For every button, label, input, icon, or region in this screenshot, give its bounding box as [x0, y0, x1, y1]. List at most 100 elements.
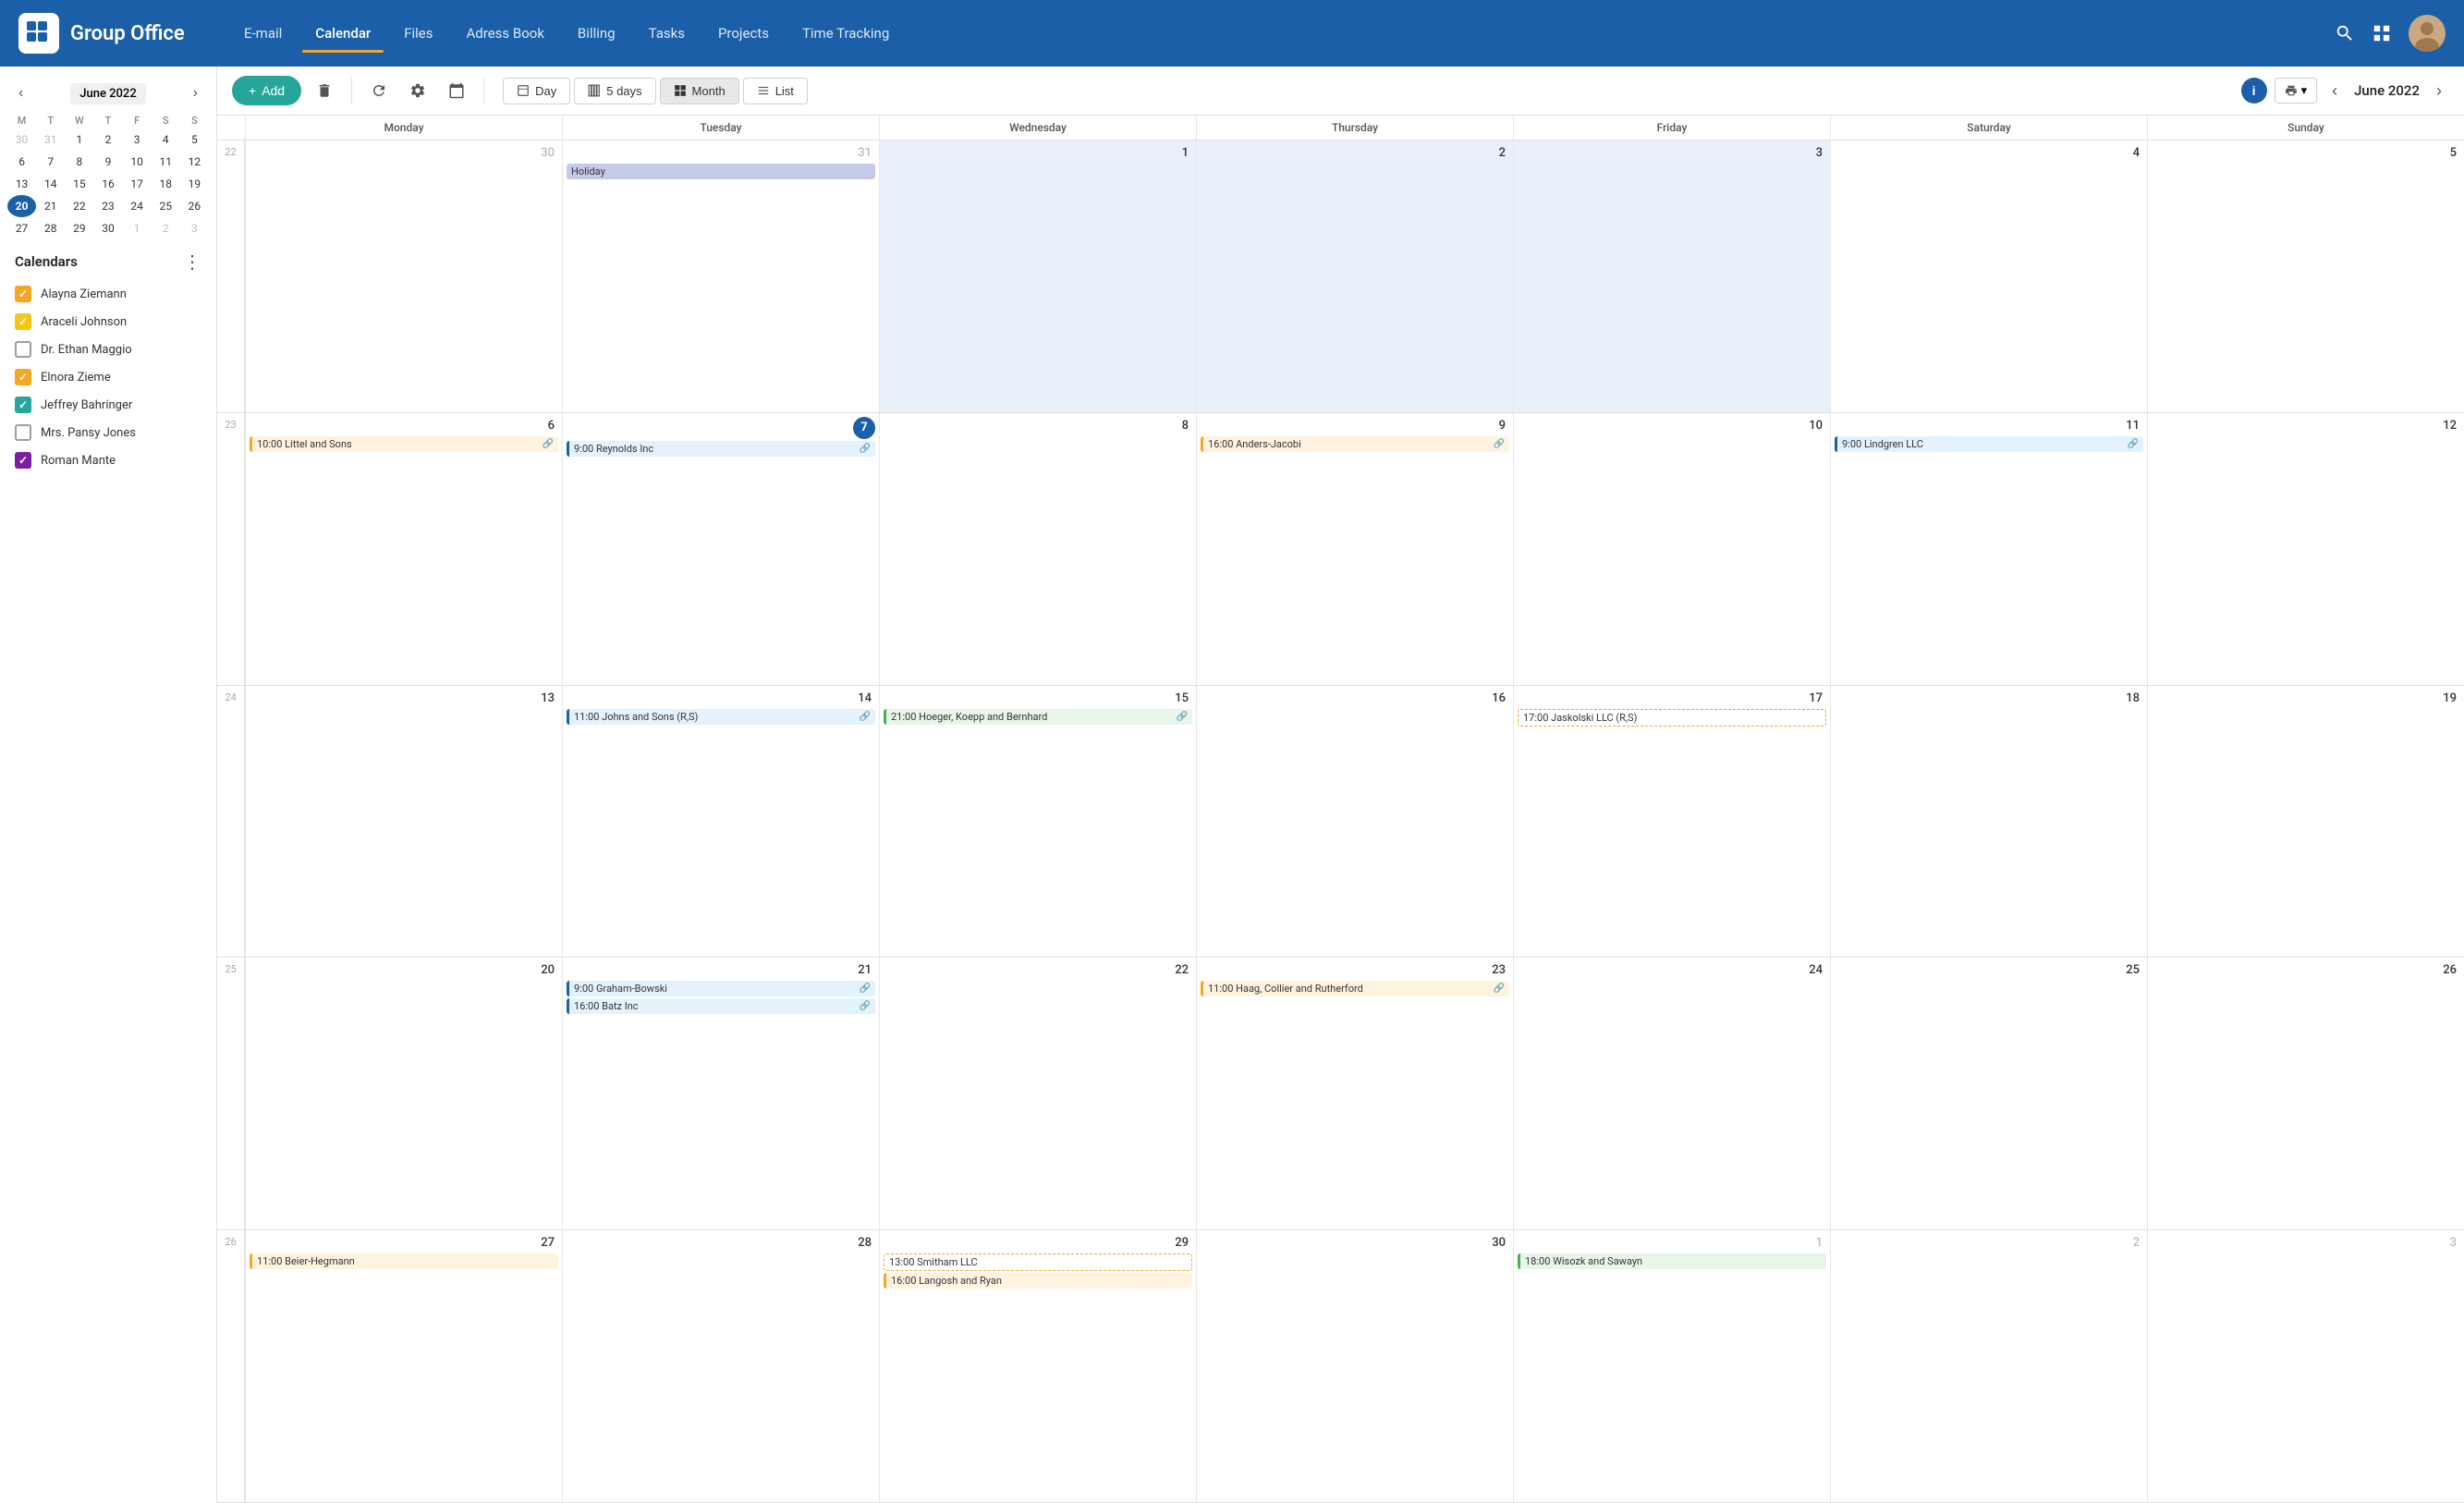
user-avatar[interactable] — [2409, 15, 2446, 52]
mini-cal-day[interactable]: 17 — [123, 173, 152, 195]
calendar-cell[interactable]: 2311:00 Haag, Collier and Rutherford🔗 — [1196, 958, 1513, 1229]
nav-time-tracking[interactable]: Time Tracking — [789, 18, 902, 49]
grid-icon[interactable] — [2372, 23, 2392, 43]
calendar-cell[interactable]: 119:00 Lindgren LLC🔗 — [1830, 413, 2147, 685]
calendar-event[interactable]: 17:00 Jaskolski LLC (R,S) — [1518, 709, 1826, 727]
mini-cal-day[interactable]: 2 — [152, 217, 180, 239]
mini-cal-day[interactable]: 14 — [36, 173, 65, 195]
mini-cal-day[interactable]: 18 — [152, 173, 180, 195]
calendar-cell[interactable]: 1 — [879, 141, 1196, 412]
calendar-event[interactable]: 16:00 Anders-Jacobi🔗 — [1201, 436, 1509, 452]
calendar-cell[interactable]: 20 — [245, 958, 562, 1229]
view-5days-button[interactable]: 5 days — [574, 78, 655, 104]
calendar-event[interactable]: 9:00 Reynolds Inc🔗 — [567, 441, 875, 457]
mini-cal-day[interactable]: 26 — [180, 195, 209, 217]
calendar-cell[interactable]: 79:00 Reynolds Inc🔗 — [562, 413, 879, 685]
calendar-checkbox[interactable] — [15, 424, 31, 441]
calendar-event[interactable]: 21:00 Hoeger, Koepp and Bernhard🔗 — [884, 709, 1192, 725]
info-button[interactable]: i — [2241, 78, 2267, 104]
calendar-checkbox[interactable] — [15, 286, 31, 302]
calendar-checkbox[interactable] — [15, 452, 31, 469]
calendar-event[interactable]: Holiday — [567, 164, 875, 179]
nav-billing[interactable]: Billing — [565, 18, 628, 49]
nav-tasks[interactable]: Tasks — [636, 18, 698, 49]
nav-calendar[interactable]: Calendar — [302, 18, 384, 49]
settings-button[interactable] — [402, 77, 433, 104]
search-icon[interactable] — [2335, 23, 2355, 43]
mini-cal-day[interactable]: 15 — [65, 173, 93, 195]
calendar-item[interactable]: Roman Mante — [7, 446, 209, 474]
mini-cal-day[interactable]: 30 — [7, 128, 36, 151]
calendar-event[interactable]: 11:00 Johns and Sons (R,S)🔗 — [567, 709, 875, 725]
mini-cal-day[interactable]: 28 — [36, 217, 65, 239]
calendar-event[interactable]: 9:00 Lindgren LLC🔗 — [1835, 436, 2143, 452]
delete-button[interactable] — [309, 77, 340, 104]
calendar-cell[interactable]: 916:00 Anders-Jacobi🔗 — [1196, 413, 1513, 685]
mini-cal-day[interactable]: 3 — [180, 217, 209, 239]
prev-month-button[interactable]: ‹ — [2324, 78, 2345, 104]
mini-cal-day[interactable]: 21 — [36, 195, 65, 217]
calendar-cell[interactable]: 12 — [2147, 413, 2464, 685]
calendar-cell[interactable]: 5 — [2147, 141, 2464, 412]
calendar-cell[interactable]: 1411:00 Johns and Sons (R,S)🔗 — [562, 686, 879, 958]
mini-cal-day[interactable]: 27 — [7, 217, 36, 239]
calendar-cell[interactable]: 118:00 Wisozk and Sawayn — [1513, 1230, 1830, 1502]
mini-cal-day[interactable]: 1 — [65, 128, 93, 151]
calendar-cell[interactable]: 3 — [1513, 141, 1830, 412]
mini-cal-day[interactable]: 19 — [180, 173, 209, 195]
mini-cal-day[interactable]: 6 — [7, 151, 36, 173]
calendar-event[interactable]: 11:00 Beier-Hegmann — [250, 1253, 558, 1269]
calendar-event[interactable]: 16:00 Batz Inc🔗 — [567, 998, 875, 1014]
calendar-cell[interactable]: 2 — [1830, 1230, 2147, 1502]
mini-cal-day[interactable]: 11 — [152, 151, 180, 173]
calendar-event[interactable]: 13:00 Smitham LLC — [884, 1253, 1192, 1271]
calendar-item[interactable]: Elnora Zieme — [7, 363, 209, 391]
nav-projects[interactable]: Projects — [705, 18, 782, 49]
calendar-cell[interactable]: 2913:00 Smitham LLC16:00 Langosh and Rya… — [879, 1230, 1196, 1502]
mini-cal-day[interactable]: 20 — [7, 195, 36, 217]
calendar-cell[interactable]: 26 — [2147, 958, 2464, 1229]
calendar-cell[interactable]: 18 — [1830, 686, 2147, 958]
refresh-button[interactable] — [363, 77, 395, 104]
calendar-cell[interactable]: 10 — [1513, 413, 1830, 685]
calendar-event[interactable]: 11:00 Haag, Collier and Rutherford🔗 — [1201, 981, 1509, 996]
nav-address-book[interactable]: Adress Book — [454, 18, 557, 49]
calendar-item[interactable]: Araceli Johnson — [7, 308, 209, 336]
calendar-cell[interactable]: 30 — [1196, 1230, 1513, 1502]
nav-files[interactable]: Files — [391, 18, 445, 49]
calendar-icon-button[interactable] — [441, 77, 472, 104]
print-button[interactable]: ▾ — [2275, 78, 2318, 104]
mini-cal-day[interactable]: 13 — [7, 173, 36, 195]
calendar-cell[interactable]: 16 — [1196, 686, 1513, 958]
mini-cal-prev[interactable]: ‹ — [15, 81, 27, 105]
mini-cal-next[interactable]: › — [189, 81, 201, 105]
calendar-cell[interactable]: 25 — [1830, 958, 2147, 1229]
calendar-cell[interactable]: 610:00 Littel and Sons🔗 — [245, 413, 562, 685]
mini-cal-day[interactable]: 1 — [123, 217, 152, 239]
logo-area[interactable]: Group Office — [18, 13, 203, 54]
calendar-checkbox[interactable] — [15, 341, 31, 358]
calendar-cell[interactable]: 13 — [245, 686, 562, 958]
mini-cal-day[interactable]: 5 — [180, 128, 209, 151]
calendar-cell[interactable]: 19 — [2147, 686, 2464, 958]
nav-email[interactable]: E-mail — [231, 18, 295, 49]
calendar-cell[interactable]: 1717:00 Jaskolski LLC (R,S) — [1513, 686, 1830, 958]
view-month-button[interactable]: Month — [660, 78, 739, 104]
mini-cal-day[interactable]: 4 — [152, 128, 180, 151]
mini-cal-day[interactable]: 23 — [93, 195, 122, 217]
calendars-more-icon[interactable]: ⋮ — [183, 250, 201, 273]
mini-cal-day[interactable]: 22 — [65, 195, 93, 217]
calendar-event[interactable]: 16:00 Langosh and Ryan — [884, 1273, 1192, 1289]
calendar-checkbox[interactable] — [15, 397, 31, 413]
calendar-item[interactable]: Alayna Ziemann — [7, 280, 209, 308]
calendar-event[interactable]: 10:00 Littel and Sons🔗 — [250, 436, 558, 452]
calendar-checkbox[interactable] — [15, 369, 31, 385]
mini-cal-day[interactable]: 29 — [65, 217, 93, 239]
calendar-cell[interactable]: 31Holiday — [562, 141, 879, 412]
calendar-cell[interactable]: 4 — [1830, 141, 2147, 412]
mini-cal-day[interactable]: 16 — [93, 173, 122, 195]
calendar-cell[interactable]: 24 — [1513, 958, 1830, 1229]
calendar-cell[interactable]: 219:00 Graham-Bowski🔗16:00 Batz Inc🔗 — [562, 958, 879, 1229]
next-month-button[interactable]: › — [2429, 78, 2449, 104]
calendar-cell[interactable]: 30 — [245, 141, 562, 412]
